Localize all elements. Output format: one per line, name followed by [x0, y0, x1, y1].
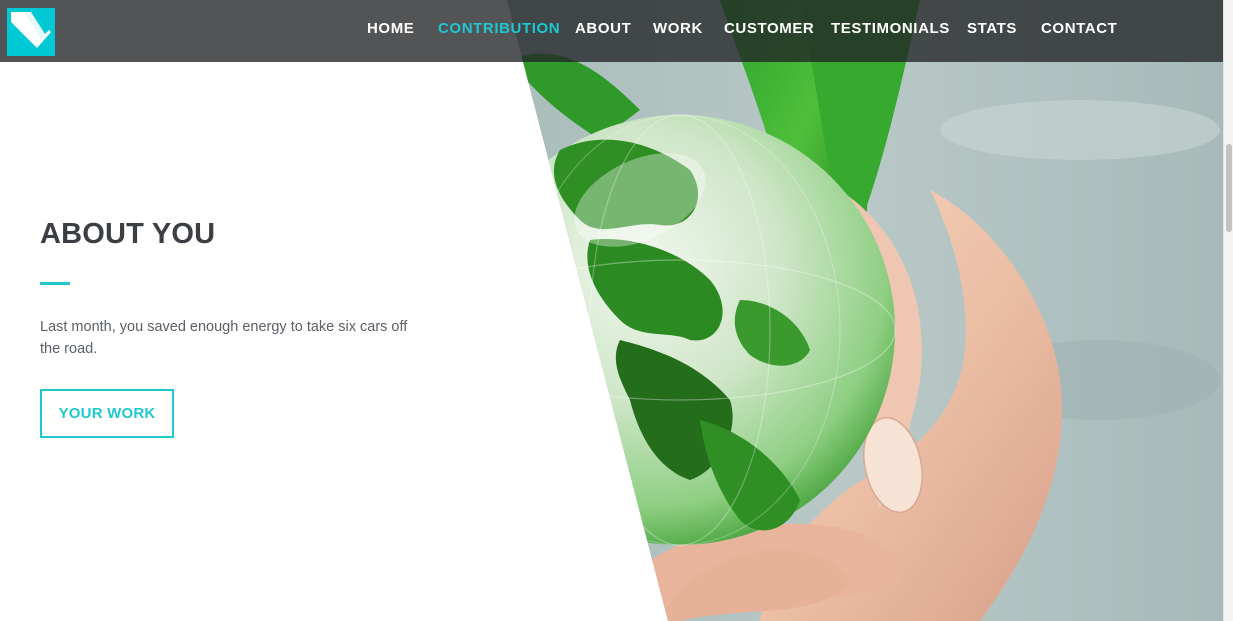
- nav-item-contact[interactable]: CONTACT: [1041, 20, 1117, 37]
- nav-item-customer[interactable]: CUSTOMER: [724, 20, 814, 37]
- hand-holding-globe-illustration: [507, 0, 1223, 621]
- top-navbar: HOME CONTRIBUTION ABOUT WORK CUSTOMER TE…: [0, 0, 1223, 62]
- title-underline-divider: [40, 282, 70, 285]
- nav-item-work[interactable]: WORK: [653, 20, 703, 37]
- brand-logo[interactable]: [7, 8, 55, 56]
- nav-item-testimonials[interactable]: TESTIMONIALS: [831, 20, 950, 37]
- section-title: ABOUT YOU: [40, 218, 216, 250]
- nav-item-stats[interactable]: STATS: [967, 20, 1017, 37]
- scrollbar-thumb[interactable]: [1226, 144, 1232, 232]
- about-description: Last month, you saved enough energy to t…: [40, 319, 408, 357]
- hero-image: [507, 0, 1223, 621]
- nav-item-about[interactable]: ABOUT: [575, 20, 631, 37]
- scrollbar[interactable]: [1223, 0, 1233, 621]
- brand-logo-icon: [11, 12, 51, 48]
- your-work-button[interactable]: YOUR WORK: [40, 389, 174, 438]
- nav-item-home[interactable]: HOME: [367, 20, 414, 37]
- nav-item-contribution[interactable]: CONTRIBUTION: [438, 20, 560, 37]
